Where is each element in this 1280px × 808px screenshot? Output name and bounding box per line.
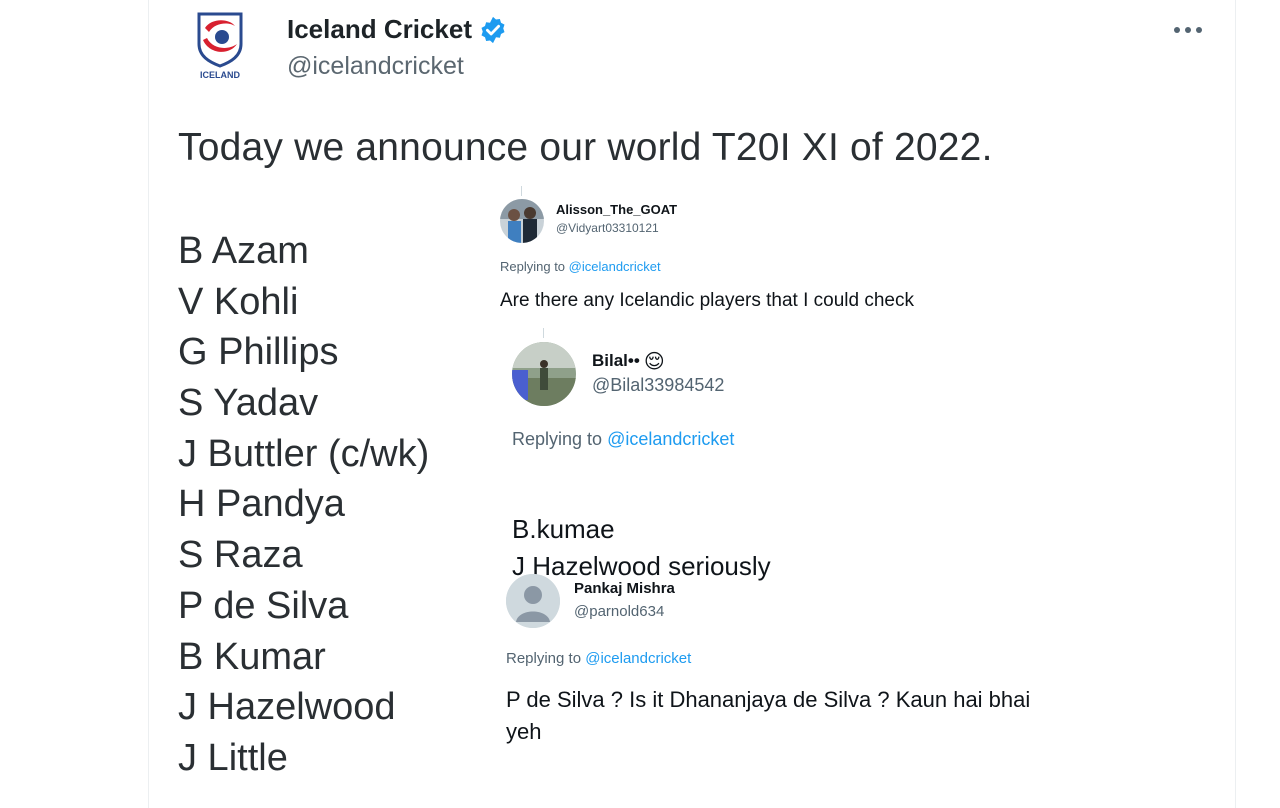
reply-text: P de Silva ? Is it Dhananjaya de Silva ?… bbox=[506, 687, 1031, 744]
reply-name[interactable]: Bilal•• 😌 bbox=[592, 349, 665, 373]
iceland-cricket-logo[interactable]: ICELAND bbox=[189, 10, 251, 82]
reply-name[interactable]: Pankaj Mishra bbox=[574, 580, 675, 597]
tweet-text: Today we announce our world T20I XI of 2… bbox=[178, 126, 993, 169]
player-item: J Little bbox=[178, 736, 288, 779]
reply-text-body: B.kumae J Hazelwood seriously bbox=[512, 514, 771, 581]
player-item: B Azam bbox=[178, 230, 309, 272]
replying-label: Replying to bbox=[512, 429, 608, 449]
mention-link[interactable]: @icelandcricket bbox=[569, 259, 661, 274]
player-item: V Kohli bbox=[178, 280, 299, 323]
logo-text: ICELAND bbox=[200, 70, 240, 80]
thread-line bbox=[543, 328, 544, 338]
replying-to: Replying to @icelandcricket bbox=[500, 259, 661, 274]
mention-link[interactable]: @icelandcricket bbox=[585, 650, 691, 667]
user-handle[interactable]: @icelandcricket bbox=[287, 52, 464, 81]
reply-name[interactable]: Alisson_The_GOAT bbox=[556, 202, 677, 217]
replying-label: Replying to bbox=[506, 650, 586, 667]
player-list: B Azam V Kohli G Phillips S Yadav J Butt… bbox=[178, 226, 429, 784]
reply-handle[interactable]: @Vidyart03310121 bbox=[556, 221, 659, 235]
reply-handle[interactable]: @Bilal33984542 bbox=[592, 375, 724, 396]
reply-handle[interactable]: @parnold634 bbox=[574, 603, 664, 620]
replying-label: Replying to bbox=[500, 259, 569, 274]
thread-line bbox=[521, 186, 522, 196]
reply-name-text: Bilal•• bbox=[592, 351, 640, 370]
player-item: S Yadav bbox=[178, 382, 319, 425]
replying-to: Replying to @icelandcricket bbox=[512, 429, 734, 450]
player-item: B Kumar bbox=[178, 635, 326, 678]
replying-to: Replying to @icelandcricket bbox=[506, 650, 691, 667]
player-item: J Hazelwood bbox=[178, 686, 396, 729]
reply-text: Are there any Icelandic players that I c… bbox=[500, 290, 915, 311]
default-avatar-icon[interactable] bbox=[506, 574, 560, 628]
player-item: J Buttler (c/wk) bbox=[178, 432, 430, 475]
player-item: S Raza bbox=[178, 534, 303, 577]
display-name[interactable]: Iceland Cricket bbox=[287, 14, 508, 45]
relieved-face-emoji: 😌 bbox=[643, 349, 665, 373]
player-item: P de Silva bbox=[178, 584, 349, 627]
player-item: H Pandya bbox=[178, 483, 345, 526]
display-name-text: Iceland Cricket bbox=[287, 14, 472, 44]
reply-avatar[interactable] bbox=[500, 199, 544, 243]
mention-link[interactable]: @icelandcricket bbox=[607, 429, 734, 449]
reply-avatar[interactable] bbox=[512, 342, 576, 406]
verified-badge-icon bbox=[478, 15, 508, 45]
player-item: G Phillips bbox=[178, 331, 339, 374]
more-options-icon[interactable] bbox=[1168, 16, 1208, 44]
